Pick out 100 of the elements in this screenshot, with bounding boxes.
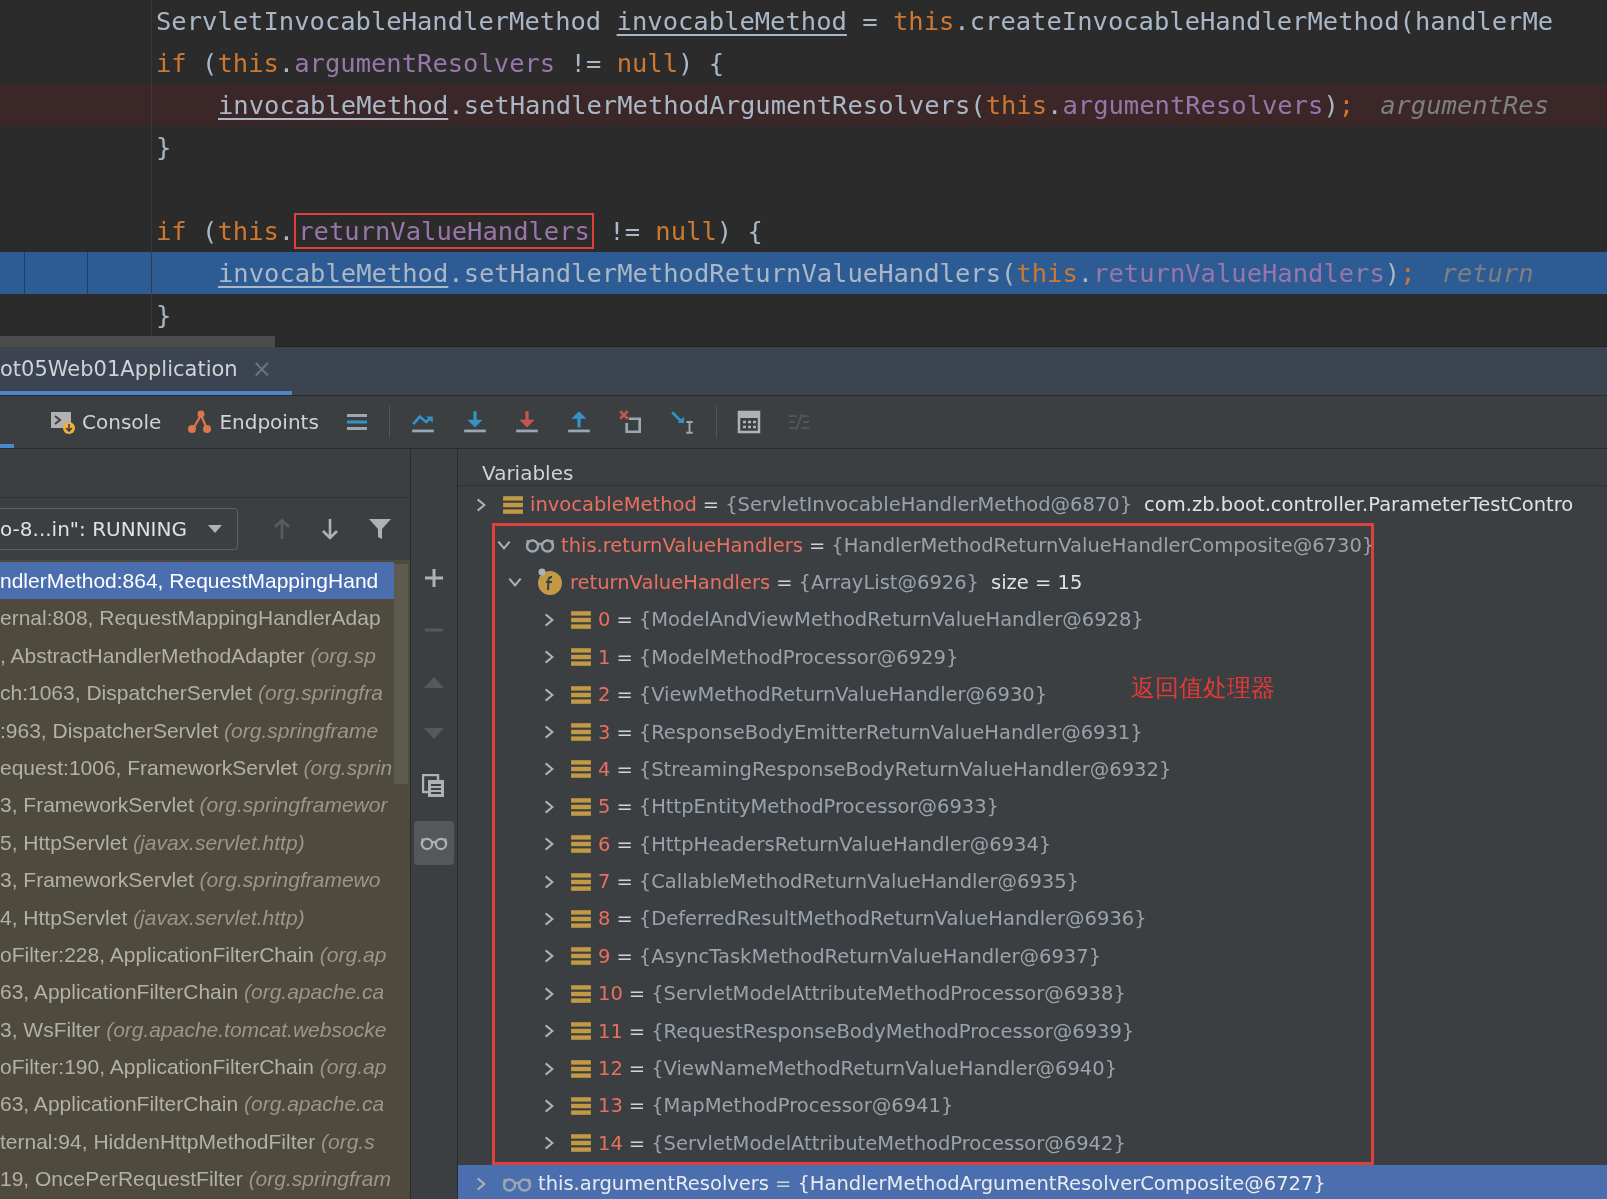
scrollbar-thumb[interactable] — [0, 336, 275, 348]
bars-icon — [502, 493, 524, 516]
variable-value: {ArrayList@6926} — [798, 570, 979, 594]
field-name: argumentResolvers — [1062, 90, 1324, 120]
inline-value-hint: return — [1441, 258, 1534, 288]
stack-frame[interactable]: ternal:94, HiddenHttpMethodFilter (org.s — [0, 1122, 375, 1161]
stack-frame[interactable]: 5, HttpServlet (javax.servlet.http) — [0, 823, 305, 862]
inline-value-hint: argumentRes — [1380, 90, 1550, 120]
variable-row[interactable]: 10 = {ServletModelAttributeMethodProcessor@6938} — [495, 975, 1126, 1013]
highlighted-field: returnValueHandlers — [294, 213, 594, 249]
stack-frame[interactable]: 4, HttpServlet (javax.servlet.http) — [0, 898, 305, 936]
variable-row[interactable]: 7 = {CallableMethodReturnValueHandler@6935} — [495, 862, 1080, 901]
variable-row[interactable]: 6 = {HttpHeadersReturnValueHandler@6934} — [495, 825, 1052, 863]
variable-name: 11 — [598, 1019, 623, 1043]
variable-row[interactable]: returnValueHandlers = {ArrayList@6926} size = 15 — [495, 563, 1083, 602]
stack-frame[interactable]: :963, DispatcherServlet (org.springframe — [0, 711, 379, 749]
dropdown-caret-icon — [206, 524, 223, 534]
variable-detail: size = 15 — [991, 570, 1083, 594]
variable-row[interactable]: 12 = {ViewNameMethodReturnValueHandler@6940} — [495, 1049, 1118, 1088]
code-text: } — [156, 300, 172, 330]
keyword: null — [616, 48, 679, 78]
stack-frame[interactable]: 3, FrameworkServlet (org.springframewo — [0, 861, 381, 899]
keyword: this — [217, 216, 279, 246]
keyword: this — [217, 48, 279, 78]
variable-row[interactable]: 2 = {ViewMethodReturnValueHandler@6930} — [495, 675, 1048, 714]
endpoints-tab[interactable]: Endpoints — [177, 409, 329, 435]
bars-icon — [570, 683, 592, 706]
bars-icon — [570, 1132, 592, 1155]
bars-icon — [570, 721, 592, 744]
variable-name: 7 — [598, 870, 611, 894]
code-text: ServletInvocableHandlerMethod — [156, 6, 603, 36]
variable-name: 12 — [598, 1057, 623, 1081]
code-text: ) { — [678, 48, 725, 78]
equals-sign: = — [628, 982, 646, 1006]
keyword: null — [655, 216, 717, 246]
variable-row[interactable]: 13 = {MapMethodProcessor@6941} — [495, 1087, 954, 1125]
bars-icon — [570, 833, 592, 856]
variable-name: 4 — [598, 757, 611, 781]
equals-sign: = — [702, 493, 720, 517]
variable-row[interactable]: 4 = {StreamingResponseBodyReturnValueHandler@6932} — [495, 750, 1172, 789]
code-text: . — [278, 216, 295, 246]
thread-dropdown[interactable]: o-8...in": RUNNING — [0, 508, 238, 550]
stack-frame[interactable]: ernal:808, RequestMappingHandlerAdap — [0, 599, 381, 637]
code-text: ( — [201, 216, 218, 246]
stack-frame[interactable]: equest:1006, FrameworkServlet (org.sprin — [0, 748, 393, 787]
glasses-icon — [525, 537, 555, 554]
stack-frame[interactable]: oFilter:190, ApplicationFilterChain (org.ap — [0, 1048, 387, 1086]
variable-value: {AsyncTaskMethodReturnValueHandler@6937} — [638, 944, 1102, 968]
stack-frame[interactable]: oFilter:228, ApplicationFilterChain (org.ap — [0, 935, 387, 974]
bars-icon — [570, 1094, 592, 1117]
scrollbar-thumb[interactable] — [394, 564, 408, 784]
stack-frame[interactable]: 3, WsFilter (org.apache.tomcat.websocke — [0, 1010, 387, 1049]
glasses-icon[interactable] — [414, 821, 454, 865]
stack-frame[interactable]: 63, ApplicationFilterChain (org.apache.ca — [0, 1085, 385, 1123]
stack-frame[interactable]: ch:1063, DispatcherServlet (org.springfra — [0, 674, 383, 712]
stack-frame[interactable]: 3, FrameworkServlet (org.springframewor — [0, 786, 388, 824]
stack-frame[interactable]: ndlerMethod:864, RequestMappingHand — [0, 562, 394, 600]
variable-row[interactable]: 11 = {RequestResponseBodyMethodProcessor@6939} — [495, 1012, 1135, 1050]
variable-row[interactable]: invocableMethod = {ServletInvocableHandlerMethod@6870} com.zb.boot.controller.ParameterTestContro — [458, 486, 1574, 524]
bars-icon — [570, 1020, 592, 1043]
variable-name: invocableMethod — [616, 6, 847, 36]
code-text: = — [861, 6, 879, 36]
variable-row[interactable]: 0 = {ModelAndViewMethodReturnValueHandler@6928} — [495, 601, 1144, 639]
variable-value: {ResponseBodyEmitterReturnValueHandler@6931} — [638, 720, 1143, 744]
variable-name: 5 — [598, 795, 611, 819]
variable-value: {CallableMethodReturnValueHandler@6935} — [638, 870, 1080, 894]
bars-icon — [570, 1057, 592, 1080]
variable-row[interactable]: 1 = {ModelMethodProcessor@6929} — [495, 638, 959, 676]
stack-frame[interactable]: 19, OncePerRequestFilter (org.springfram — [0, 1160, 391, 1198]
variable-row[interactable]: 3 = {ResponseBodyEmitterReturnValueHandler@6931} — [495, 713, 1143, 751]
equals-sign: = — [616, 645, 633, 669]
variable-name: 0 — [598, 608, 611, 632]
code-text: ( — [201, 48, 218, 78]
console-tab[interactable]: Console — [40, 409, 172, 435]
variable-name: 10 — [598, 982, 623, 1006]
variable-row[interactable]: this.argumentResolvers = {HandlerMethodArgumentResolverComposite@6727} — [458, 1165, 1607, 1199]
variable-row[interactable]: 5 = {HttpEntityMethodProcessor@6933} — [495, 788, 1000, 826]
keyword: ; — [1338, 90, 1355, 120]
variable-value: {HttpEntityMethodProcessor@6933} — [638, 795, 1000, 819]
equals-sign: = — [775, 1172, 792, 1196]
variable-row[interactable]: 9 = {AsyncTaskMethodReturnValueHandler@6937} — [495, 937, 1102, 976]
stack-frame[interactable]: , AbstractHandlerMethodAdapter (org.sp — [0, 636, 376, 675]
keyword: this — [892, 6, 955, 36]
variable-value: {ViewMethodReturnValueHandler@6930} — [638, 683, 1048, 707]
variable-name: this.argumentResolvers — [538, 1172, 770, 1196]
variable-name: returnValueHandlers — [570, 570, 771, 594]
console-icon — [50, 409, 76, 435]
variable-name: invocableMethod — [218, 90, 449, 120]
variable-value: {StreamingResponseBodyReturnValueHandler@6932} — [638, 757, 1172, 781]
variable-row[interactable]: 14 = {ServletModelAttributeMethodProcessor@6942} — [495, 1124, 1126, 1163]
stack-frame[interactable]: 63, ApplicationFilterChain (org.apache.ca — [0, 973, 385, 1011]
equals-sign: = — [616, 907, 633, 931]
equals-sign: = — [628, 1131, 646, 1155]
equals-sign: = — [616, 608, 633, 632]
code-text: .setHandlerMethodArgumentResolvers( — [448, 90, 986, 120]
variable-row[interactable]: 8 = {DeferredResultMethodReturnValueHandler@6936} — [495, 900, 1147, 938]
field-icon — [536, 568, 564, 597]
variable-name: this.returnValueHandlers — [561, 533, 803, 557]
equals-sign: = — [616, 832, 633, 856]
variable-value: {HttpHeadersReturnValueHandler@6934} — [638, 832, 1052, 856]
